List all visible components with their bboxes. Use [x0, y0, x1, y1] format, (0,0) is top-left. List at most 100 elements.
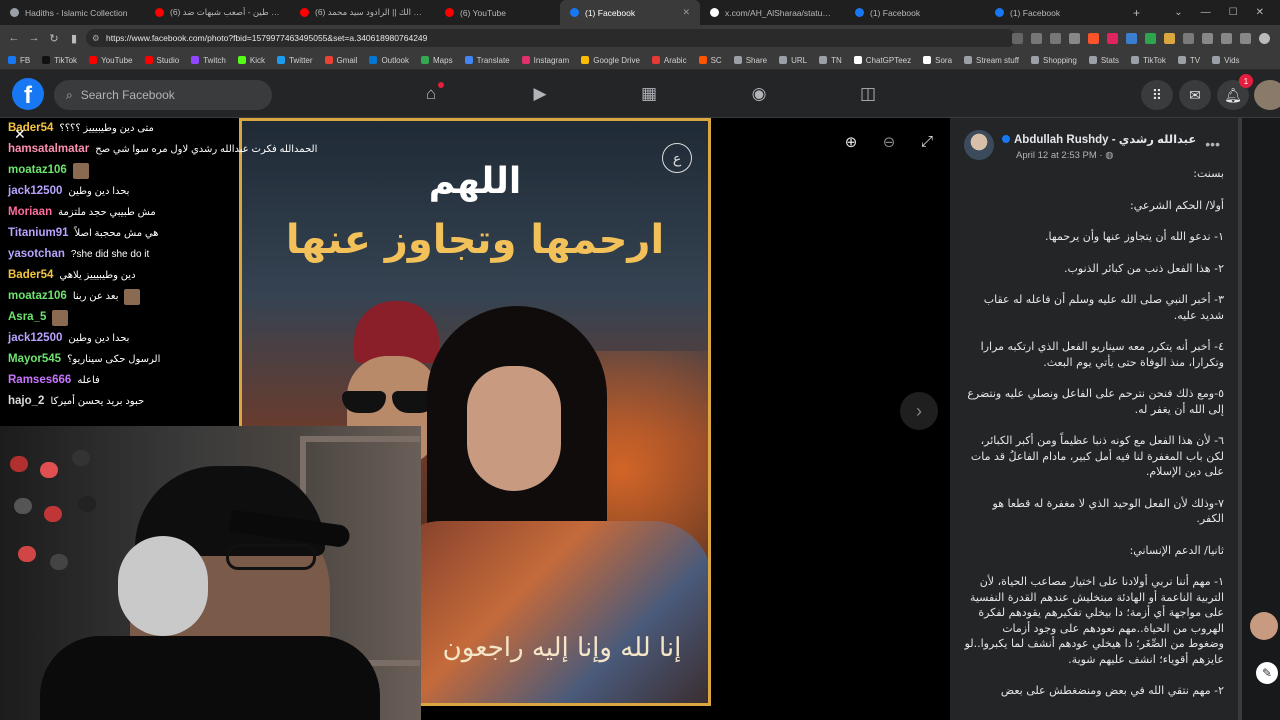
close-photo-icon[interactable]: ✕ [14, 126, 26, 143]
extension-icon[interactable] [1126, 32, 1137, 44]
close-window-icon[interactable]: ✕ [1256, 7, 1264, 18]
bookmark-item[interactable]: Twitch [191, 56, 226, 65]
fullscreen-icon[interactable]: ⤢ [916, 133, 938, 155]
bookmark-item[interactable]: TN [819, 56, 842, 65]
reload-icon[interactable]: ↻ [44, 32, 64, 45]
bookmark-icon [651, 56, 660, 64]
chat-message: Ramses666 فاعله [8, 370, 240, 391]
extension-icon[interactable] [1164, 32, 1175, 44]
zoom-page-icon[interactable] [1031, 32, 1042, 44]
close-tab-icon[interactable]: ✕ [682, 7, 690, 18]
bookmark-item[interactable]: ChatGPTeez [853, 56, 911, 65]
browser-tab[interactable]: x.com/AH_AlSharaa/status/204... [700, 0, 845, 25]
video-icon[interactable]: ▶ [529, 84, 551, 106]
chat-text: هي مش محجبة اصلاً [74, 228, 159, 239]
author-avatar[interactable] [964, 130, 994, 160]
bookmark-item[interactable]: Vids [1212, 56, 1240, 65]
post-date[interactable]: April 12 at 2:53 PM · ◍ [1016, 150, 1114, 161]
menu-grid-icon[interactable]: ⠿ [1141, 80, 1173, 110]
browser-tab[interactable]: (6) موعود الك || الرادود سيد محمد... [290, 0, 435, 25]
browser-tab[interactable]: (6) دين و طين - أصعب شبهات ضد... [145, 0, 290, 25]
bookmark-item[interactable]: Shopping [1031, 56, 1077, 65]
bookmark-icon [8, 56, 16, 64]
bookmark-item[interactable]: Translate [464, 56, 510, 65]
brave-shield-icon[interactable] [1088, 32, 1099, 44]
photo-man-hat [354, 301, 439, 363]
maximize-icon[interactable]: ☐ [1229, 7, 1238, 18]
facebook-logo[interactable]: f [12, 78, 44, 110]
bookmark-item[interactable]: Google Drive [581, 56, 640, 65]
browser-tab[interactable]: (1) Facebook [845, 0, 985, 25]
bookmark-item[interactable]: Arabic [651, 56, 687, 65]
profile-icon[interactable] [1259, 32, 1270, 44]
new-message-icon[interactable]: ✎ [1256, 662, 1278, 684]
messenger-icon[interactable]: ✉ [1179, 80, 1211, 110]
site-info-icon[interactable]: ⚙ [92, 33, 100, 44]
more-options-icon[interactable]: ••• [1205, 136, 1220, 152]
bookmark-item[interactable]: SC [698, 56, 722, 65]
minimize-icon[interactable]: — [1201, 7, 1211, 18]
next-photo-button[interactable]: › [900, 392, 938, 430]
scrollbar[interactable] [1238, 118, 1242, 720]
bookmark-item[interactable]: TikTok [1131, 56, 1166, 65]
chat-avatar[interactable] [1250, 612, 1278, 640]
bookmark-item[interactable]: Instagram [521, 56, 569, 65]
extension-icon[interactable] [1145, 32, 1156, 44]
bookmark-icon [923, 56, 932, 64]
post-paragraph: ٦- لأن هذا الفعل مع كونه ذنبا عظيماً ومن… [970, 434, 1224, 478]
bookmark-item[interactable]: Maps [421, 56, 453, 65]
author-name[interactable]: Abdullah Rushdy - عبدالله رشدي [1002, 132, 1196, 146]
bookmark-item[interactable]: YouTube [89, 56, 133, 65]
sidebar-icon[interactable] [1221, 32, 1232, 44]
chat-text: متى دين وطيبيييز ؟؟؟؟ [59, 123, 154, 134]
chat-username: yasotchan [8, 248, 65, 260]
browser-tab[interactable]: (1) Facebook ✕ [560, 0, 700, 25]
notifications-icon[interactable]: 🔔︎ 1 [1217, 74, 1253, 110]
new-tab-icon[interactable]: + [1133, 6, 1140, 20]
bookmark-page-icon[interactable]: ▮ [64, 32, 84, 45]
chat-emote-icon [52, 309, 69, 326]
forward-icon[interactable]: → [24, 32, 44, 44]
account-avatar[interactable] [1254, 80, 1280, 110]
rewards-icon[interactable] [1107, 32, 1118, 44]
zoom-out-icon[interactable]: ⊖ [878, 133, 900, 155]
groups-icon[interactable]: ◉ [748, 84, 770, 106]
browser-tab[interactable]: (1) Facebook [985, 0, 1125, 25]
puzzle-icon[interactable] [1202, 32, 1213, 44]
cast-icon[interactable] [1012, 32, 1023, 44]
bookmark-item[interactable]: Outlook [369, 56, 409, 65]
browser-tab[interactable]: Hadiths - Islamic Collection [0, 0, 145, 25]
chat-username: Ramses666 [8, 374, 72, 386]
bookmark-item[interactable]: Sora [923, 56, 952, 65]
bookmark-item[interactable]: URL [779, 56, 807, 65]
bookmark-item[interactable]: Stream stuff [964, 56, 1019, 65]
bookmark-item[interactable]: Gmail [324, 56, 357, 65]
bookmark-item[interactable]: Twitter [276, 56, 313, 65]
post-side-panel: Abdullah Rushdy - عبدالله رشدي April 12 … [950, 118, 1238, 720]
browser-tab[interactable]: (6) YouTube [435, 0, 560, 25]
back-icon[interactable]: ← [4, 32, 24, 44]
share-page-icon[interactable] [1050, 32, 1061, 44]
media-icon[interactable] [1240, 32, 1251, 44]
home-icon[interactable]: ⌂ [420, 82, 444, 106]
bookmark-item[interactable]: Stats [1088, 56, 1119, 65]
tab-label: (6) YouTube [460, 7, 506, 18]
bookmark-item[interactable]: FB [8, 56, 30, 65]
bookmark-item[interactable]: TV [1177, 56, 1200, 65]
bookmark-item[interactable]: Studio [144, 56, 179, 65]
bookmark-item[interactable]: TikTok [42, 56, 77, 65]
bookmark-item[interactable]: Share [733, 56, 767, 65]
marketplace-icon[interactable]: ▦ [638, 84, 660, 106]
star-icon[interactable] [1069, 32, 1080, 44]
tab-label: (6) موعود الك || الرادود سيد محمد... [315, 7, 425, 17]
extension-icon[interactable] [1183, 32, 1194, 44]
gaming-icon[interactable]: ◫ [857, 84, 879, 106]
post-paragraph: ٧-وذلك لأن الفعل الوحيد الذي لا مغفرة له… [992, 496, 1224, 526]
tab-search-icon[interactable]: ⌄ [1174, 7, 1182, 18]
search-input[interactable]: ⌕ Search Facebook [54, 80, 272, 110]
bookmark-icon [276, 56, 285, 64]
tab-favicon-icon [855, 8, 864, 17]
url-field[interactable]: ⚙ https://www.facebook.com/photo?fbid=15… [86, 29, 1016, 47]
zoom-in-icon[interactable]: ⊕ [840, 133, 862, 155]
bookmark-item[interactable]: Kick [237, 56, 265, 65]
